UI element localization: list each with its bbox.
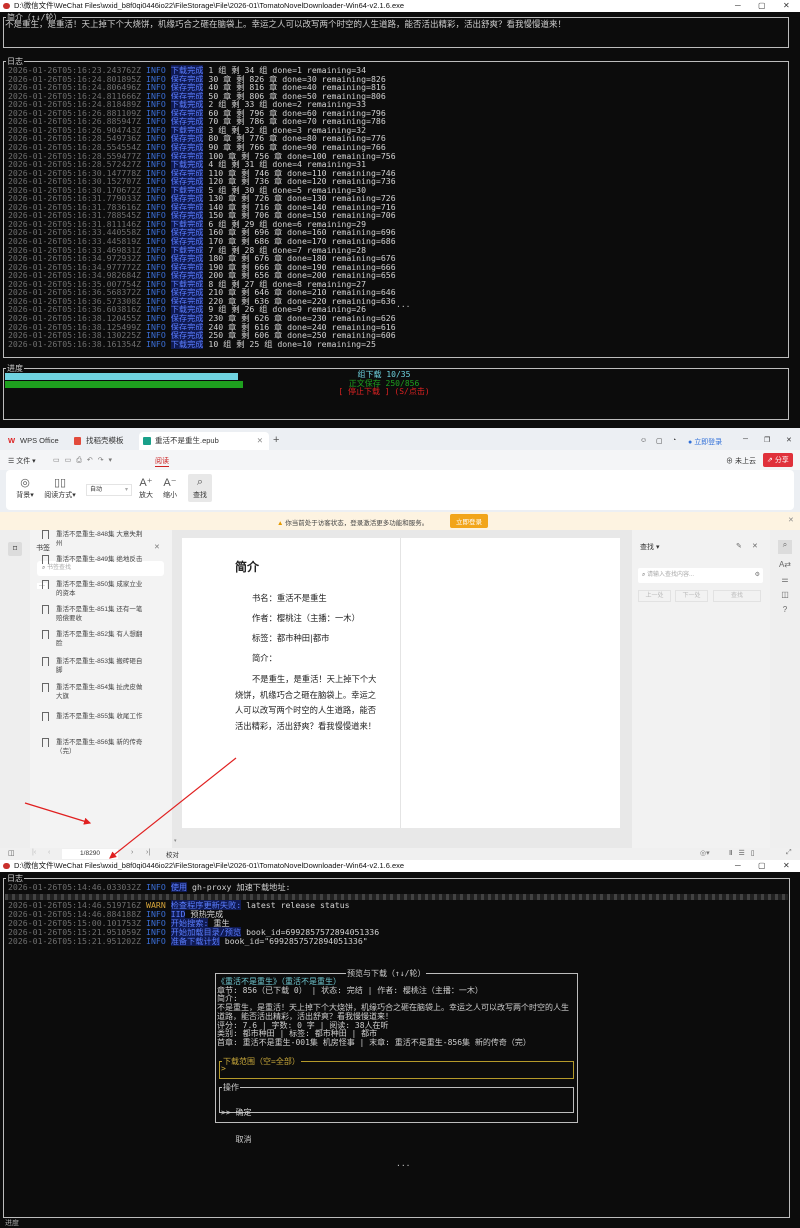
window-title-bar[interactable]: D:\微信文件\WeChat Files\wxid_b8f0qi0446io22… — [0, 0, 800, 12]
log-message: gh-proxy 加速下载地址: — [192, 882, 291, 892]
progress-label: 进度 — [6, 364, 24, 373]
wps-window: W WPS Office 找稻壳模板 重活不是重生.epub ✕ + ☺ ▢ ◔ ●… — [0, 428, 800, 860]
chapter-range-info: 首章: 重活不是重生-001集 机房怪事 | 末章: 重活不是重生-856集 新… — [217, 1037, 531, 1047]
intro-panel[interactable]: 简介（↑↓/轮） 不是重生，是重活！天上掉下个大烧饼，机缘巧合之砸在脑袋上。幸运… — [3, 13, 789, 48]
book-meta: 章节: 856（已下载 0） | 状态: 完结 | 作者: 樱桃注（主播：一木） — [217, 985, 483, 995]
dialog-title: 预览与下载（↑↓/轮） — [346, 969, 427, 978]
log-row: 2026-01-26T05:15:21.951202Z INFO 准备下载计划 … — [8, 936, 368, 946]
intro-text: 不是重生，是重活！天上掉下个大烧饼，机缘巧合之砸在脑袋上。幸运之人可以改写两个时… — [217, 1003, 569, 1021]
log-level: INFO — [146, 936, 166, 946]
cancel-option[interactable]: 取消 — [221, 1135, 251, 1145]
log-level: INFO — [146, 882, 166, 892]
save-progress-bar — [5, 381, 244, 388]
range-prompt: > — [221, 1064, 226, 1073]
intro-text: 不是重生，是重活！天上掉下个大烧饼，机缘巧合之砸在脑袋上。幸运之人可以改写两个时… — [5, 20, 567, 30]
log-tag: 使用 — [170, 882, 188, 892]
log-tag: 下载完成 — [170, 338, 204, 349]
close-button[interactable]: ✕ — [783, 0, 790, 12]
ops-label: 操作 — [222, 1083, 240, 1092]
arrow-to-page-number — [109, 757, 237, 859]
download-range-input[interactable]: 下载范围（空=全部） > — [219, 1057, 574, 1079]
log-timestamp: 2026-01-26T05:15:21.951202Z — [8, 936, 142, 946]
range-label: 下载范围（空=全部） — [222, 1057, 301, 1066]
minimize-button[interactable]: ─ — [735, 0, 741, 12]
log-message: book_id="6992857572894051336" — [224, 936, 368, 946]
maximize-button[interactable]: ▢ — [758, 860, 766, 872]
log-message: latest release status — [246, 900, 350, 910]
ellipsis: ... — [396, 1159, 411, 1168]
group-progress-bar — [5, 373, 238, 380]
log-tag: 准备下载计划 — [170, 936, 220, 946]
log-message: 10 组 剩 25 组 done=10 remaining=25 — [208, 338, 376, 349]
log-level: INFO — [146, 338, 166, 349]
arrow-to-last-bookmark — [24, 802, 92, 825]
log-timestamp: 2026-01-26T05:16:38.161354Z — [8, 338, 142, 349]
annotation-arrows — [24, 757, 237, 859]
log-row: 2026-01-26T05:14:46.033032Z INFO 使用 gh-p… — [8, 882, 291, 892]
ellipsis: ... — [396, 300, 411, 309]
confirm-option[interactable]: >> 确定 — [221, 1109, 251, 1118]
window-title: D:\微信文件\WeChat Files\wxid_b8f0qi0446io22… — [14, 861, 405, 870]
close-button[interactable]: ✕ — [783, 860, 790, 872]
log-timestamp: 2026-01-26T05:14:46.033032Z — [8, 882, 142, 892]
window-title: D:\微信文件\WeChat Files\wxid_b8f0qi0446io22… — [14, 1, 405, 10]
log-panel[interactable]: 日志 2026-01-26T05:16:23.243762Z INFO 下载完成… — [3, 57, 789, 358]
progress-panel: 进度 组下载 10/35 正文保存 250/856 [ 停止下载 ] (S/点击… — [3, 364, 789, 420]
log-row: 2026-01-26T05:16:38.161354Z INFO 下载完成 10… — [8, 338, 376, 349]
preview-download-dialog: 预览与下载（↑↓/轮） 《重活不是重生》（重活不是重生） 章节: 856（已下载… — [215, 969, 578, 1143]
minimize-button[interactable]: ─ — [735, 860, 741, 872]
window-title-bar-2[interactable]: D:\微信文件\WeChat Files\wxid_b8f0qi0446io22… — [0, 860, 800, 872]
stop-download-button[interactable]: [ 停止下载 ] (S/点击) — [334, 387, 434, 397]
app-icon — [3, 863, 10, 869]
maximize-button[interactable]: ▢ — [758, 0, 766, 12]
app-icon — [3, 3, 10, 9]
operations-panel: 操作 >> 确定 取消 — [219, 1083, 574, 1143]
